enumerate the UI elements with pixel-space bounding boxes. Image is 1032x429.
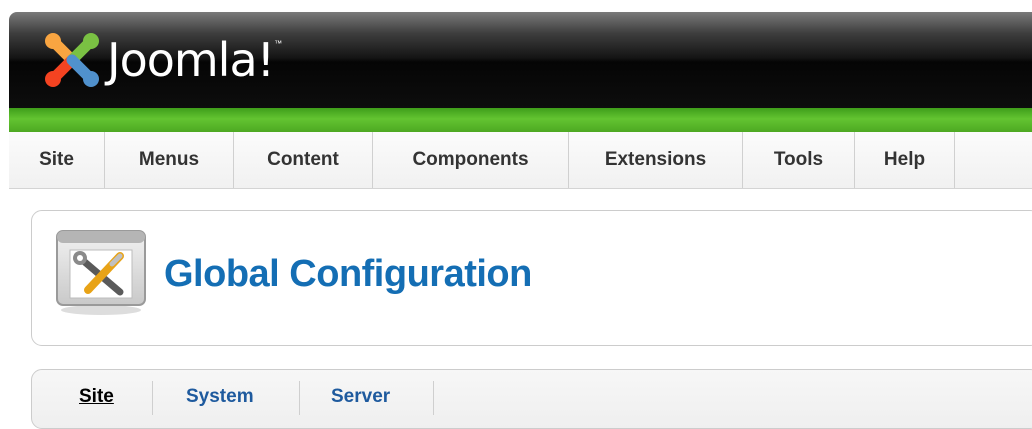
tab-site[interactable]: Site bbox=[79, 386, 114, 408]
trademark-symbol: ™ bbox=[274, 39, 283, 48]
accent-bar bbox=[9, 108, 1032, 132]
tab-separator bbox=[299, 381, 300, 415]
main-menu: Site Menus Content Components Extensions… bbox=[9, 132, 1032, 189]
menu-item-components[interactable]: Components bbox=[373, 132, 569, 188]
tab-system[interactable]: System bbox=[186, 386, 254, 408]
config-tools-icon bbox=[54, 228, 148, 321]
joomla-logo-icon bbox=[45, 33, 99, 87]
menu-item-tools[interactable]: Tools bbox=[743, 132, 855, 188]
page-title: Global Configuration bbox=[164, 253, 532, 295]
tab-separator bbox=[433, 381, 434, 415]
menu-item-menus[interactable]: Menus bbox=[105, 132, 234, 188]
menu-item-content[interactable]: Content bbox=[234, 132, 373, 188]
menu-item-help[interactable]: Help bbox=[855, 132, 955, 188]
config-tabs: Site System Server bbox=[31, 369, 1032, 429]
menu-item-site[interactable]: Site bbox=[9, 132, 105, 188]
joomla-logo[interactable]: Joomla! ™ bbox=[41, 25, 282, 95]
page-header-panel: Global Configuration bbox=[31, 210, 1032, 346]
header-bar: Joomla! ™ bbox=[9, 12, 1032, 108]
tab-separator bbox=[152, 381, 153, 415]
logo-text: Joomla! bbox=[107, 33, 275, 87]
tab-server[interactable]: Server bbox=[331, 386, 390, 408]
menu-item-extensions[interactable]: Extensions bbox=[569, 132, 743, 188]
